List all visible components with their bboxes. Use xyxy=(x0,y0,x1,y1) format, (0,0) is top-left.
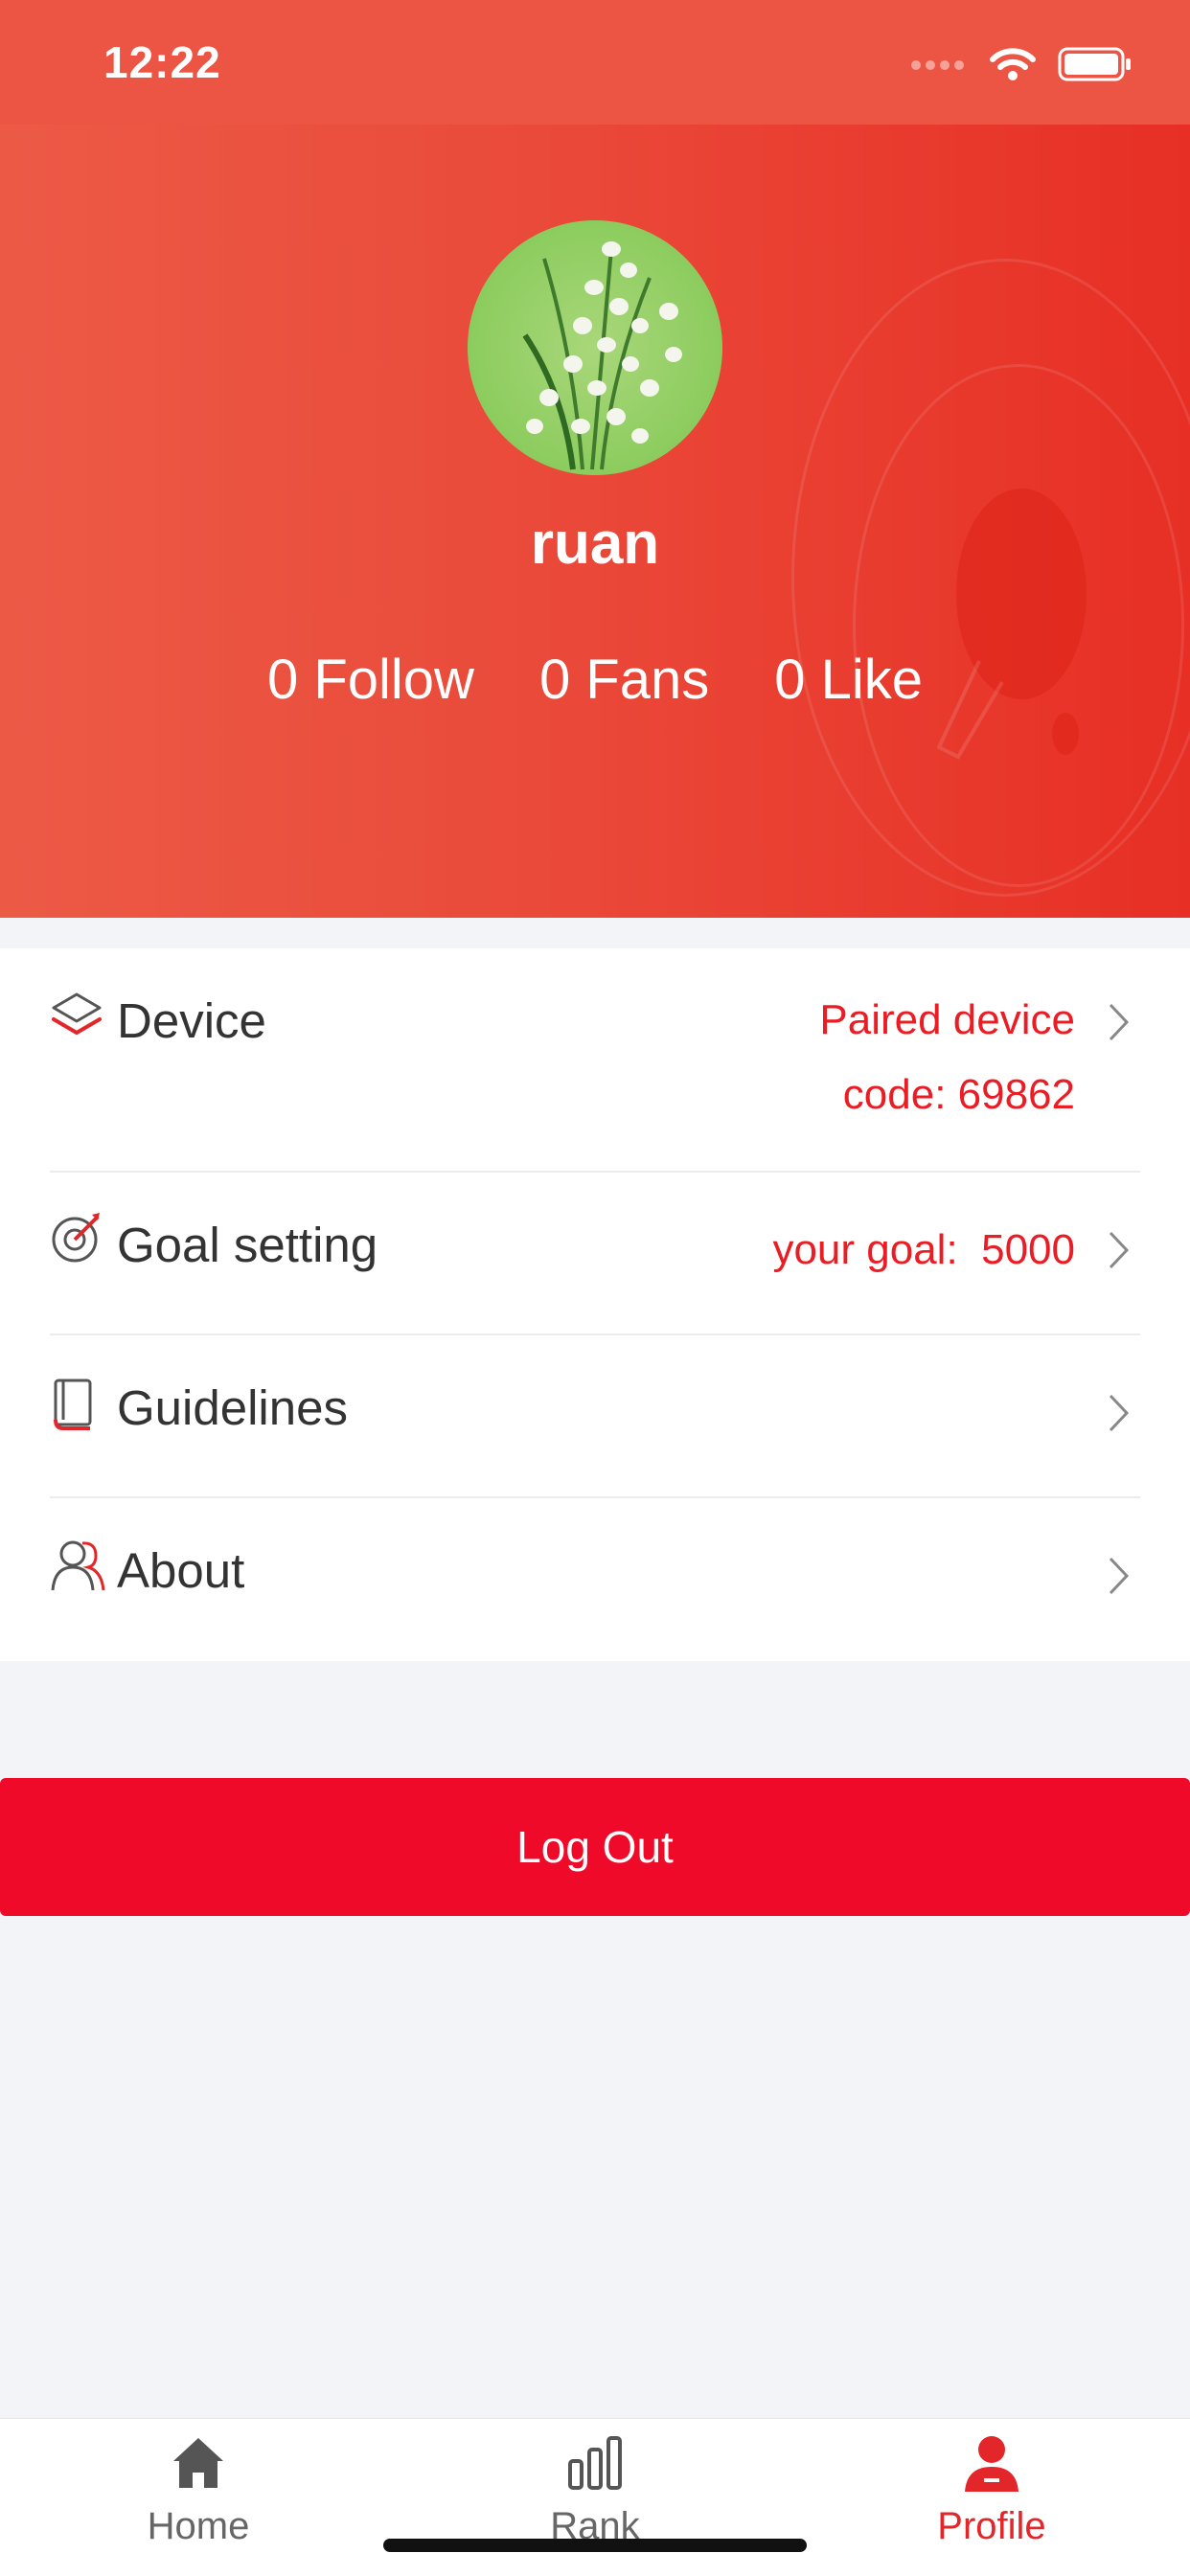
tab-profile[interactable]: Profile xyxy=(793,2419,1190,2576)
chevron-right-icon xyxy=(1109,1557,1130,1595)
device-pair-code: Paired device code: 69862 xyxy=(819,983,1075,1132)
avatar[interactable] xyxy=(468,220,722,475)
device-value-line2: code: 69862 xyxy=(842,1071,1075,1118)
status-time: 12:22 xyxy=(103,37,221,87)
profile-stats: 0 Follow 0 Fans 0 Like xyxy=(0,648,1190,712)
bar-chart-icon xyxy=(568,2436,622,2490)
follow-count[interactable]: 0 Follow xyxy=(267,648,474,712)
chevron-right-icon xyxy=(1109,1394,1130,1432)
device-label: Device xyxy=(117,993,266,1048)
home-indicator xyxy=(383,2539,807,2552)
tab-bar: Home Rank Profile xyxy=(0,2418,1190,2576)
tab-home-label: Home xyxy=(147,2505,250,2547)
menu-item-guidelines[interactable]: Guidelines xyxy=(50,1334,1140,1498)
home-icon xyxy=(173,2438,223,2488)
target-icon xyxy=(52,1213,100,1263)
profile-header: 12:22 ruan 0 Follow 0 Fans 0 Like xyxy=(0,0,1190,918)
fans-count[interactable]: 0 Fans xyxy=(539,648,709,712)
chevron-right-icon xyxy=(1109,1231,1130,1269)
menu-item-device[interactable]: Device Paired device code: 69862 xyxy=(50,948,1140,1173)
battery-icon xyxy=(1058,47,1131,81)
book-icon xyxy=(54,1379,92,1430)
goal-value: your goal: 5000 xyxy=(772,1226,1075,1273)
logout-button[interactable]: Log Out xyxy=(0,1778,1190,1916)
users-icon xyxy=(51,1540,105,1591)
user-icon xyxy=(965,2436,1018,2492)
goal-setting-label: Goal setting xyxy=(117,1218,378,1272)
status-icons xyxy=(910,46,1133,82)
settings-menu: Device Paired device code: 69862 Goal se… xyxy=(0,948,1190,1661)
signal-icon xyxy=(911,60,964,70)
layers-icon xyxy=(52,992,102,1036)
status-bar: 12:22 xyxy=(0,0,1190,125)
wifi-icon xyxy=(990,48,1036,80)
about-label: About xyxy=(117,1543,245,1598)
username: ruan xyxy=(530,511,660,577)
device-value-line1: Paired device xyxy=(819,996,1075,1043)
menu-item-goal-setting[interactable]: Goal setting your goal: 5000 xyxy=(50,1171,1140,1335)
tab-home[interactable]: Home xyxy=(0,2419,397,2576)
guidelines-label: Guidelines xyxy=(117,1380,348,1435)
tab-rank[interactable]: Rank xyxy=(397,2419,793,2576)
tab-profile-label: Profile xyxy=(937,2505,1046,2547)
chevron-right-icon xyxy=(1109,1003,1130,1041)
like-count[interactable]: 0 Like xyxy=(774,648,923,712)
menu-item-about[interactable]: About xyxy=(50,1496,1140,1659)
avatar-flower-image xyxy=(522,241,682,470)
